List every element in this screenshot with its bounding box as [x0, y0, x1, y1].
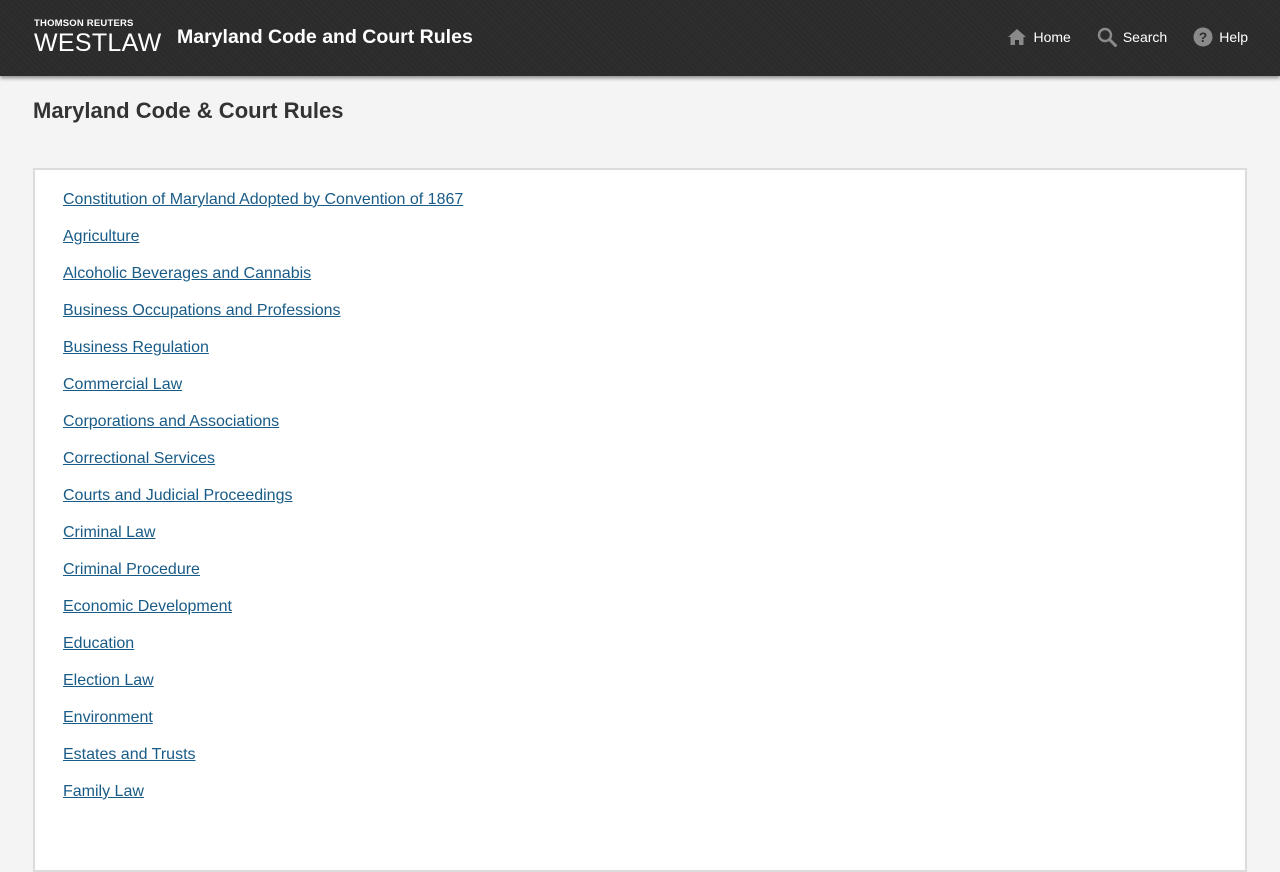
header-nav: Home Search ? Help — [981, 25, 1248, 49]
code-link-commercial-law[interactable]: Commercial Law — [63, 376, 182, 393]
home-link[interactable]: Home — [1007, 25, 1071, 49]
home-label: Home — [1033, 29, 1071, 45]
code-link-agriculture[interactable]: Agriculture — [63, 228, 139, 245]
code-link-business-regulation[interactable]: Business Regulation — [63, 339, 209, 356]
code-link-family-law[interactable]: Family Law — [63, 783, 144, 800]
code-link-environment[interactable]: Environment — [63, 709, 153, 726]
logo-title: WESTLAW — [34, 29, 162, 57]
help-label: Help — [1219, 29, 1248, 45]
search-link[interactable]: Search — [1097, 25, 1167, 49]
app-title: Maryland Code and Court Rules — [177, 26, 473, 48]
list-item: Education — [63, 632, 1245, 669]
site-header: THOMSON REUTERS WESTLAW Maryland Code an… — [0, 0, 1280, 76]
list-item: Business Regulation — [63, 336, 1245, 373]
list-item: Constitution of Maryland Adopted by Conv… — [63, 188, 1245, 225]
code-link-education[interactable]: Education — [63, 635, 134, 652]
code-link-estates-trusts[interactable]: Estates and Trusts — [63, 746, 196, 763]
list-item: Commercial Law — [63, 373, 1245, 410]
list-item: Business Occupations and Professions — [63, 299, 1245, 336]
search-icon — [1097, 27, 1117, 47]
westlaw-logo[interactable]: THOMSON REUTERS WESTLAW — [34, 18, 162, 57]
page-title: Maryland Code & Court Rules — [33, 98, 344, 123]
list-item: Agriculture — [63, 225, 1245, 262]
code-link-constitution[interactable]: Constitution of Maryland Adopted by Conv… — [63, 191, 463, 208]
search-label: Search — [1122, 29, 1168, 45]
list-item: Courts and Judicial Proceedings — [63, 484, 1245, 521]
list-item: Criminal Law — [63, 521, 1245, 558]
svg-text:?: ? — [1199, 29, 1208, 45]
code-link-business-occupations[interactable]: Business Occupations and Professions — [63, 302, 340, 319]
list-item: Estates and Trusts — [63, 743, 1245, 780]
list-item: Election Law — [63, 669, 1245, 706]
list-item: Family Law — [63, 780, 1245, 817]
list-item: Economic Development — [63, 595, 1245, 632]
code-link-election-law[interactable]: Election Law — [63, 672, 154, 689]
code-link-corporations[interactable]: Corporations and Associations — [63, 413, 279, 430]
list-item: Correctional Services — [63, 447, 1245, 484]
code-list: Constitution of Maryland Adopted by Conv… — [35, 170, 1245, 817]
list-item: Environment — [63, 706, 1245, 743]
code-link-economic-development[interactable]: Economic Development — [63, 598, 232, 615]
list-item: Criminal Procedure — [63, 558, 1245, 595]
list-item: Alcoholic Beverages and Cannabis — [63, 262, 1245, 299]
code-link-correctional-services[interactable]: Correctional Services — [63, 450, 215, 467]
help-link[interactable]: ? Help — [1193, 25, 1248, 49]
code-link-criminal-law[interactable]: Criminal Law — [63, 524, 155, 541]
home-icon — [1008, 29, 1027, 45]
code-list-panel: Constitution of Maryland Adopted by Conv… — [33, 168, 1247, 872]
code-link-courts[interactable]: Courts and Judicial Proceedings — [63, 487, 292, 504]
help-icon: ? — [1193, 27, 1213, 47]
logo-subtitle: THOMSON REUTERS — [34, 18, 134, 29]
list-item: Corporations and Associations — [63, 410, 1245, 447]
code-link-criminal-procedure[interactable]: Criminal Procedure — [63, 561, 200, 578]
code-link-alcoholic-beverages[interactable]: Alcoholic Beverages and Cannabis — [63, 265, 311, 282]
